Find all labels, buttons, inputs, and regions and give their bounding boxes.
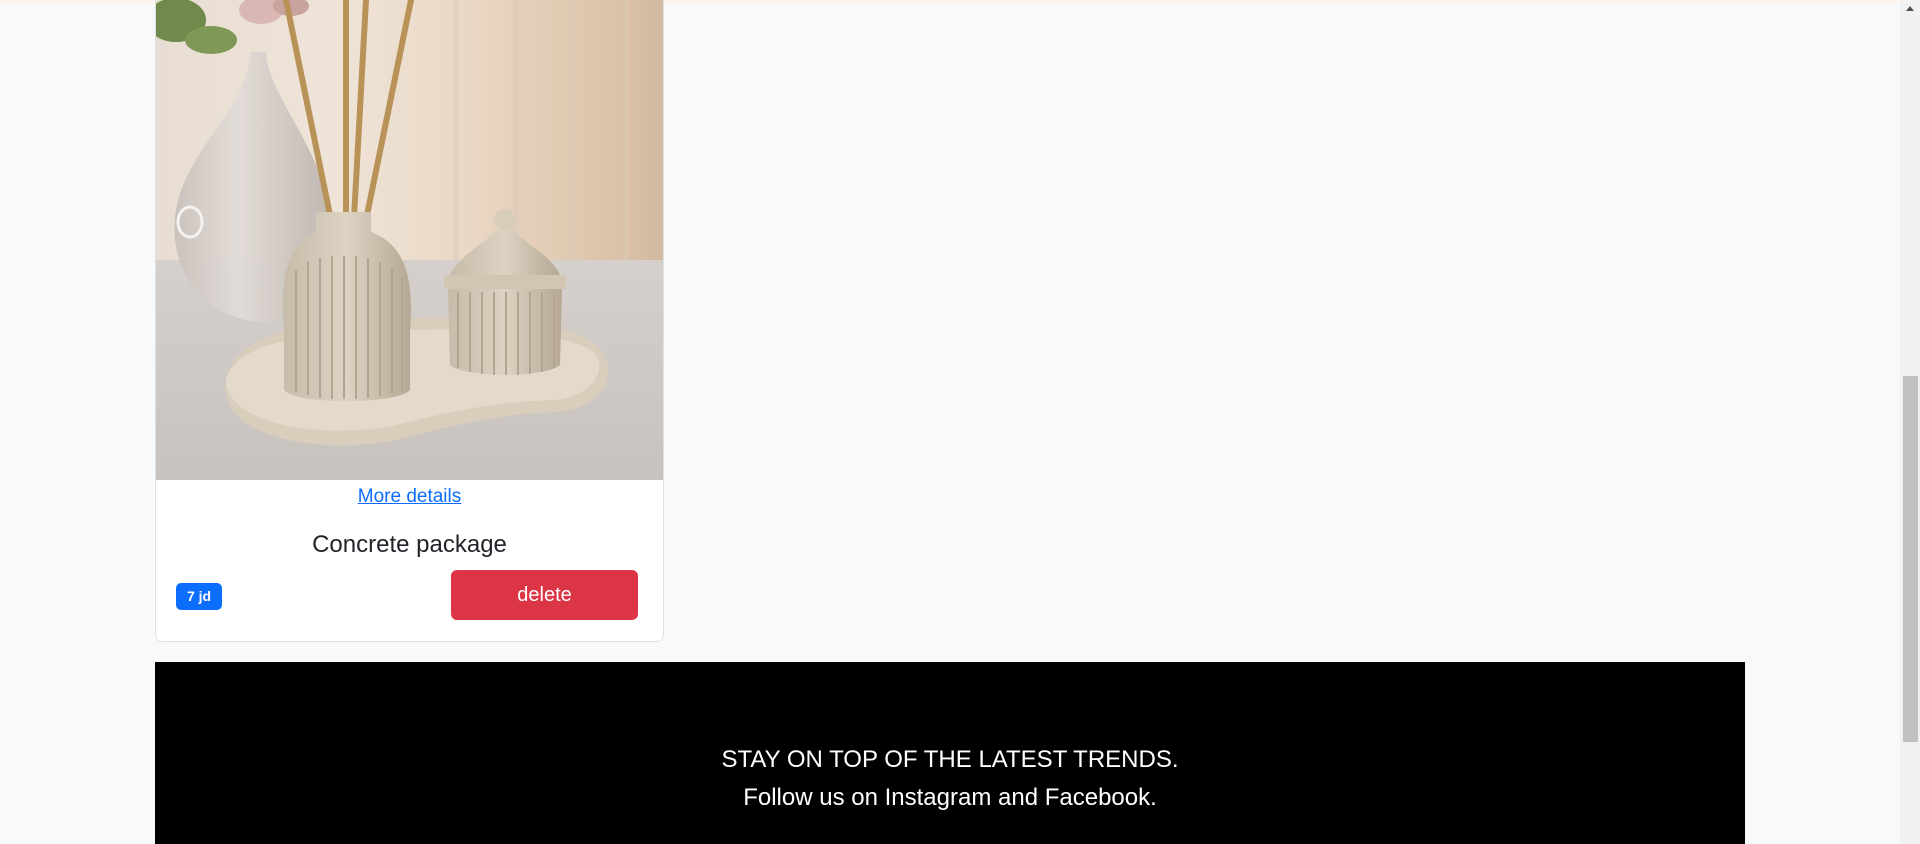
more-details-link[interactable]: More details	[156, 484, 663, 510]
footer-banner: STAY ON TOP OF THE LATEST TRENDS. Follow…	[155, 662, 1745, 844]
product-image	[156, 0, 663, 480]
page: More details Concrete package 7 jd delet…	[0, 0, 1920, 844]
vertical-scrollbar[interactable]	[1900, 0, 1920, 844]
footer-social-text: Follow us on Instagram and Facebook.	[743, 784, 1157, 811]
card-footer: 7 jd delete	[156, 570, 663, 622]
scroll-up-arrow-icon[interactable]	[1900, 0, 1920, 17]
product-card: More details Concrete package 7 jd delet…	[155, 0, 664, 642]
product-title: Concrete package	[312, 531, 507, 558]
delete-button[interactable]: delete	[451, 570, 638, 620]
footer-tagline: STAY ON TOP OF THE LATEST TRENDS.	[721, 746, 1179, 773]
price-badge: 7 jd	[176, 583, 222, 610]
scrollbar-thumb[interactable]	[1903, 376, 1918, 742]
